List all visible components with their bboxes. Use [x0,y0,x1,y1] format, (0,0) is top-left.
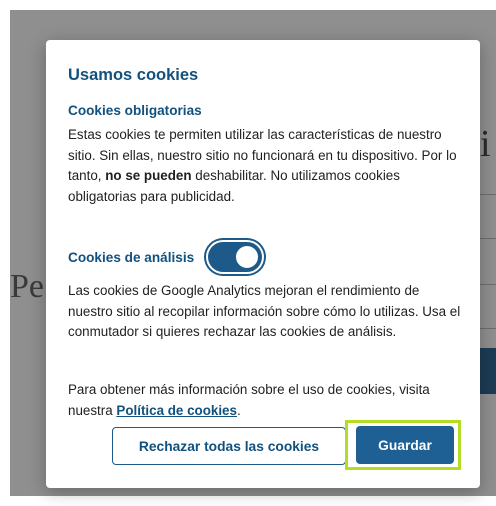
analytics-cookies-heading: Cookies de análisis [68,250,195,265]
mandatory-emphasis: no se pueden [105,168,192,183]
reject-all-cookies-button[interactable]: Rechazar todas las cookies [112,427,346,465]
background-letter-fragment: i [480,123,491,165]
analytics-cookies-toggle[interactable] [208,242,262,272]
dialog-title: Usamos cookies [68,66,199,84]
mandatory-cookies-description: Estas cookies te permiten utilizar las c… [68,127,457,204]
save-button[interactable]: Guardar [356,426,454,464]
mandatory-cookies-heading: Cookies obligatorias [68,103,202,118]
toggle-knob [236,246,258,268]
cookie-consent-dialog: Usamos cookies Cookies obligatorias Esta… [46,40,480,488]
analytics-cookies-description: Las cookies de Google Analytics mejoran … [68,283,461,339]
background-heading-fragment: Pe [10,268,44,305]
cookie-policy-link[interactable]: Política de cookies [116,403,237,418]
more-info-text: Para obtener más información sobre el us… [68,382,430,418]
